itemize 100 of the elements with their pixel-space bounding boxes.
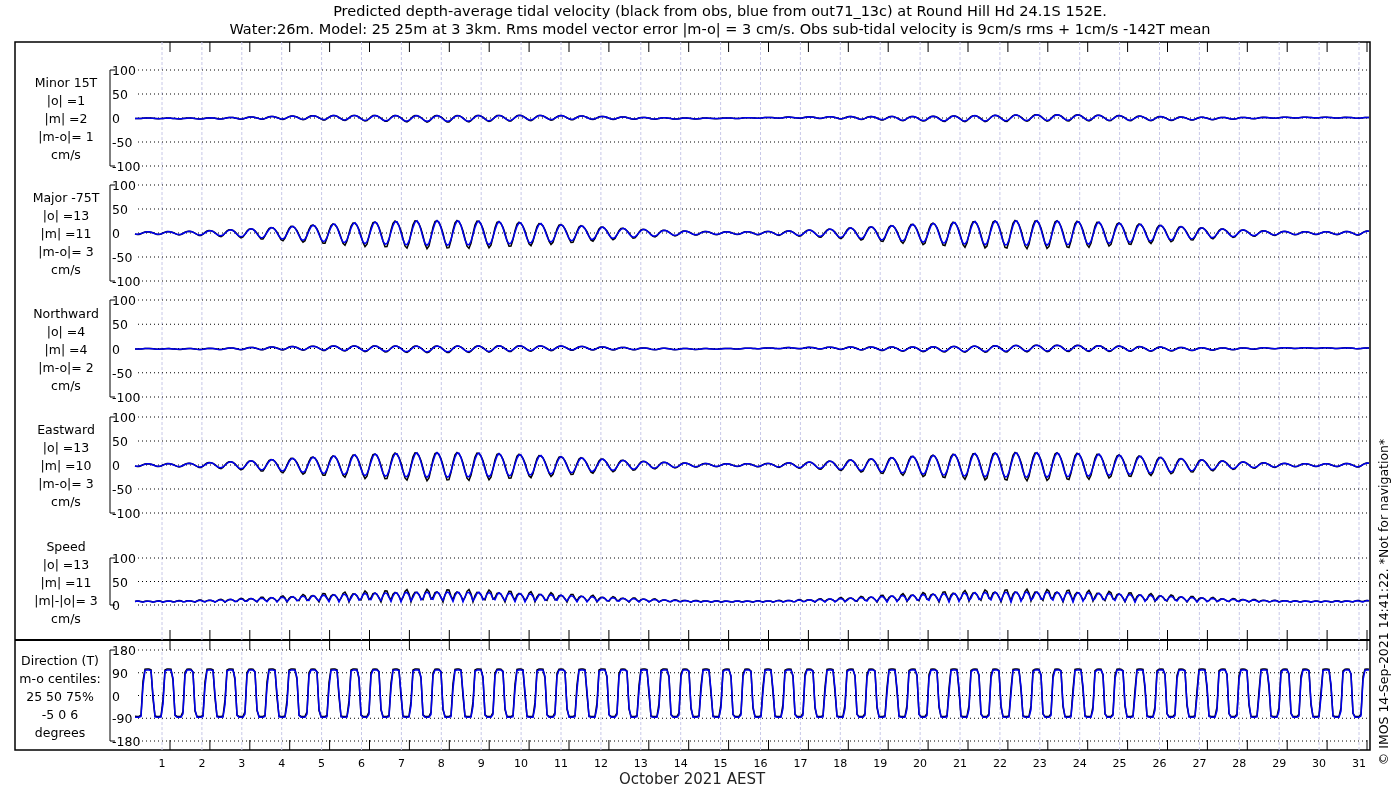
axis-tick-label: 100: [112, 410, 136, 425]
tick-mark: [847, 41, 849, 53]
tick-mark: [768, 41, 769, 53]
panel-label: |m|-|o|= 3: [34, 592, 98, 608]
copyright-note: © IMOS 14-Sep-2021 14:41:22. *Not for navigation*: [1376, 438, 1391, 766]
day-label: 24: [1072, 757, 1087, 770]
axis-tick-label: 0: [112, 226, 120, 241]
axis-tick-label: -100: [112, 506, 141, 521]
tick-mark: [528, 41, 530, 53]
day-label: 28: [1232, 757, 1247, 770]
panel-label: |o| =1: [46, 93, 86, 108]
tick-mark: [209, 41, 211, 53]
axis-tick-label: 100: [112, 293, 136, 308]
axis-tick-label: 90: [112, 665, 128, 681]
panel-label: m-o centiles:: [19, 670, 101, 686]
panel-label: |m| =2: [44, 111, 88, 126]
day-label: 19: [873, 757, 888, 770]
axis-tick-label: 100: [112, 63, 136, 78]
day-label: 6: [358, 757, 365, 770]
axis-tick-label: 50: [112, 574, 128, 590]
chart-title: Water:26m. Model: 25 25m at 3 3km. Rms model vector error |m-o| = 3 cm/s. Obs sub-tidal velocity is 9cm/s rms + 1cm/s -142T mean: [229, 21, 1211, 37]
tick-mark: [927, 41, 929, 53]
tick-mark: [1167, 41, 1168, 53]
axis-tick-label: 100: [112, 178, 136, 193]
day-label: 29: [1272, 757, 1287, 770]
panel-label: 25 50 75%: [26, 688, 94, 704]
tick-mark: [728, 41, 730, 53]
tick-mark: [1326, 41, 1328, 53]
day-label: 31: [1352, 757, 1366, 770]
axis-tick-label: 50: [112, 317, 128, 333]
tick-mark: [568, 41, 570, 53]
axis-tick-label: -50: [112, 365, 133, 381]
day-label: 22: [992, 757, 1007, 770]
day-label: 10: [514, 757, 529, 770]
day-label: 1: [158, 757, 166, 770]
day-label: 5: [318, 757, 326, 770]
day-label: 3: [238, 757, 246, 770]
tick-mark: [1047, 41, 1049, 53]
day-label: 12: [593, 757, 608, 770]
panel-label: |m-o|= 3: [38, 244, 94, 259]
day-label: 30: [1312, 757, 1327, 770]
axis-tick-label: 0: [112, 458, 120, 473]
panel-label: cm/s: [51, 262, 81, 277]
axis-tick-label: 50: [112, 202, 128, 217]
tick-mark: [329, 41, 331, 53]
tick-mark: [1087, 41, 1089, 53]
panel-label: cm/s: [51, 610, 81, 626]
axis-tick-label: -100: [112, 390, 141, 405]
panel-label: degrees: [34, 724, 86, 740]
day-label: 4: [278, 757, 286, 770]
axis-tick-label: 180: [112, 643, 136, 658]
panel-label: Speed: [46, 538, 86, 554]
panel-label: |o| =13: [42, 208, 90, 223]
tick-mark: [488, 41, 490, 53]
axis-tick-label: 50: [112, 434, 128, 449]
tick-mark: [169, 41, 171, 53]
day-label: 25: [1112, 757, 1127, 770]
tick-mark: [448, 41, 450, 53]
axis-tick-label: -100: [112, 159, 141, 174]
tick-mark: [1246, 41, 1248, 53]
tick-mark: [1366, 41, 1368, 53]
axis-tick-label: -180: [112, 734, 141, 749]
panel-label: -5 0 6: [41, 706, 79, 722]
panel-label: Northward: [33, 305, 99, 321]
day-label: 27: [1192, 757, 1207, 770]
panel-label: cm/s: [51, 147, 81, 162]
panel-label: |m| =11: [40, 226, 92, 241]
tick-mark: [1127, 41, 1129, 53]
panel-label: |m| =11: [40, 574, 92, 590]
panel-label: Major -75T: [32, 190, 100, 205]
day-label: 11: [554, 757, 568, 770]
axis-tick-label: 0: [112, 688, 120, 704]
tick-mark: [408, 41, 410, 53]
axis-tick-label: 100: [112, 551, 136, 566]
day-label: 8: [437, 757, 445, 770]
axis-tick-label: -100: [112, 274, 141, 289]
axis-label: October 2021 AEST: [618, 770, 766, 788]
tick-mark: [887, 41, 889, 53]
axis-tick-label: -50: [112, 250, 133, 265]
panel-label: |m-o|= 3: [38, 476, 94, 491]
day-label: 14: [673, 757, 688, 770]
panel-label: |o| =13: [42, 440, 90, 455]
panel-label: cm/s: [51, 494, 81, 509]
day-label: 20: [913, 757, 928, 770]
chart-title: Predicted depth-average tidal velocity (black from obs, blue from out71_13c) at Round Hill Hd 24.1S 152E.: [333, 3, 1107, 19]
day-label: 23: [1032, 757, 1047, 770]
tick-mark: [648, 41, 650, 53]
day-label: 2: [198, 757, 206, 770]
panel-label: Minor 15T: [34, 75, 98, 90]
tick-mark: [608, 41, 610, 53]
tick-mark: [369, 41, 370, 53]
axis-tick-label: 0: [112, 111, 120, 126]
tick-mark: [1007, 41, 1009, 53]
day-label: 13: [633, 757, 648, 770]
day-label: 16: [753, 757, 768, 770]
tick-mark: [249, 41, 251, 53]
axis-tick-label: -90: [112, 711, 133, 727]
day-label: 9: [477, 757, 485, 770]
panel-label: |o| =4: [46, 323, 86, 339]
day-label: 15: [713, 757, 728, 770]
